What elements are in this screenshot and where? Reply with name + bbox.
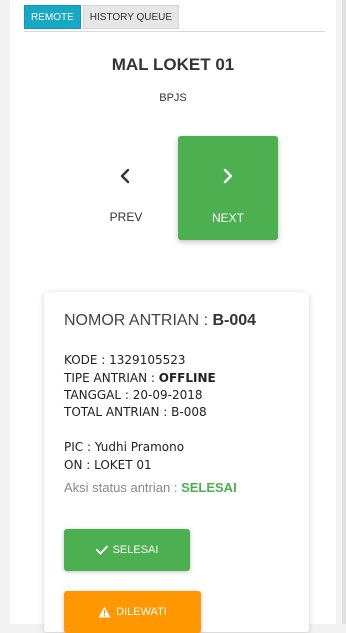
tipe-row: TIPE ANTRIAN : OFFLINE [64,371,216,385]
selesai-label: SELESAI [112,544,159,556]
total-label: TOTAL ANTRIAN : [64,405,172,419]
counter-title: MAL LOKET 01 [111,55,235,74]
chevron-left-icon [118,168,132,189]
check-icon [95,545,108,555]
status-badge: SELESAI [181,480,237,495]
total-row: TOTAL ANTRIAN : B-008 [64,405,207,419]
tipe-label: TIPE ANTRIAN : [64,371,159,385]
tab-history-queue[interactable]: HISTORY QUEUE [82,5,180,29]
pic-label: PIC : [64,440,95,454]
on-label: ON : [64,458,95,472]
chevron-right-icon [221,168,235,189]
dilewati-label: DILEWATI [116,606,167,618]
pic-value: Yudhi Pramono [94,440,185,454]
selesai-button[interactable]: SELESAI [64,529,190,571]
total-value: B-008 [171,405,207,419]
prev-button[interactable]: PREV [86,138,166,238]
on-row: ON : LOKET 01 [64,458,152,472]
tanggal-label: TANGGAL : [64,388,133,402]
queue-number-value: B-004 [212,312,257,329]
next-label: NEXT [211,211,244,225]
tab-remote[interactable]: REMOTE [24,5,81,29]
queue-number-label: NOMOR ANTRIAN : [64,312,213,329]
service-subtitle: BPJS [159,92,187,104]
tanggal-row: TANGGAL : 20-09-2018 [64,388,203,402]
on-value: LOKET 01 [94,458,152,472]
scrollbar[interactable] [342,0,346,624]
status-row: Aksi status antrian : SELESAI [64,480,237,495]
prev-label: PREV [109,210,143,224]
kode-label: KODE : [64,353,110,367]
status-label: Aksi status antrian : [64,480,182,495]
tipe-value: OFFLINE [158,371,216,385]
kode-value: 1329105523 [109,353,186,367]
tanggal-value: 20-09-2018 [132,388,203,402]
queue-number-row: NOMOR ANTRIAN : B-004 [64,312,256,330]
queue-card: NOMOR ANTRIAN : B-004 KODE : 1329105523 … [44,292,309,633]
pic-row: PIC : Yudhi Pramono [64,440,184,454]
next-button[interactable]: NEXT [178,136,278,240]
tab-bar: REMOTE HISTORY QUEUE [24,5,325,32]
dilewati-button[interactable]: DILEWATI [64,591,201,633]
warning-icon [98,606,111,618]
kode-row: KODE : 1329105523 [64,353,186,367]
